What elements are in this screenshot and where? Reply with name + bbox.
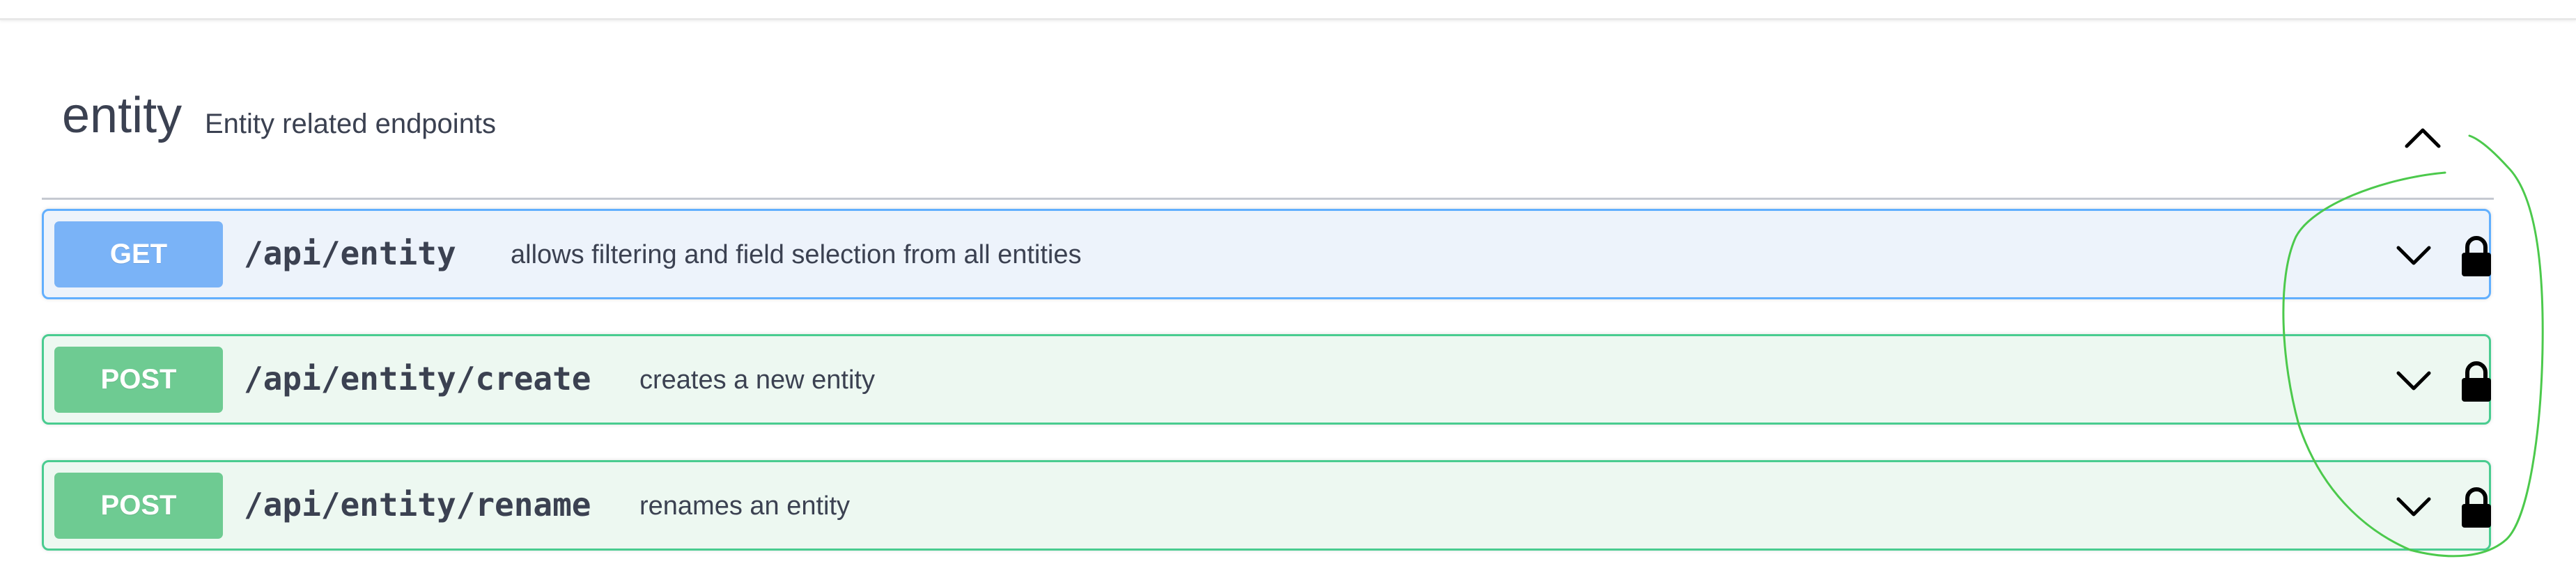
endpoint-path: /api/entity/rename: [244, 486, 591, 523]
collapse-toggle-button[interactable]: [2391, 106, 2455, 171]
lock-icon: [2462, 361, 2491, 402]
endpoint-summary: renames an entity: [639, 491, 851, 521]
expand-button[interactable]: [2386, 352, 2442, 408]
chevron-down-icon: [2396, 246, 2431, 265]
chevron-up-icon: [2405, 128, 2441, 148]
operation-post-api-entity-rename[interactable]: POST /api/entity/rename renames an entit…: [42, 460, 2491, 551]
tag-section-entity[interactable]: entity Entity related endpoints: [42, 84, 2494, 200]
authorize-button[interactable]: [2449, 228, 2504, 284]
chevron-down-icon: [2396, 497, 2431, 516]
lock-icon: [2462, 487, 2491, 528]
operation-get-api-entity[interactable]: GET /api/entity allows filtering and fie…: [42, 209, 2491, 299]
authorize-button[interactable]: [2449, 354, 2504, 409]
chevron-down-icon: [2396, 371, 2431, 390]
endpoint-path: /api/entity: [244, 235, 456, 272]
operation-post-api-entity-create[interactable]: POST /api/entity/create creates a new en…: [42, 334, 2491, 425]
lock-icon: [2462, 236, 2491, 276]
method-badge: POST: [54, 473, 223, 539]
tag-description: Entity related endpoints: [205, 109, 497, 139]
expand-button[interactable]: [2386, 227, 2442, 283]
method-badge: GET: [54, 221, 223, 287]
method-badge: POST: [54, 347, 223, 413]
endpoint-summary: allows filtering and field selection fro…: [511, 240, 1082, 269]
expand-button[interactable]: [2386, 478, 2442, 534]
top-bar: [0, 0, 2576, 20]
tag-name: entity: [62, 88, 183, 143]
authorize-button[interactable]: [2449, 480, 2504, 535]
endpoint-path: /api/entity/create: [244, 360, 591, 397]
endpoint-summary: creates a new entity: [639, 365, 875, 395]
